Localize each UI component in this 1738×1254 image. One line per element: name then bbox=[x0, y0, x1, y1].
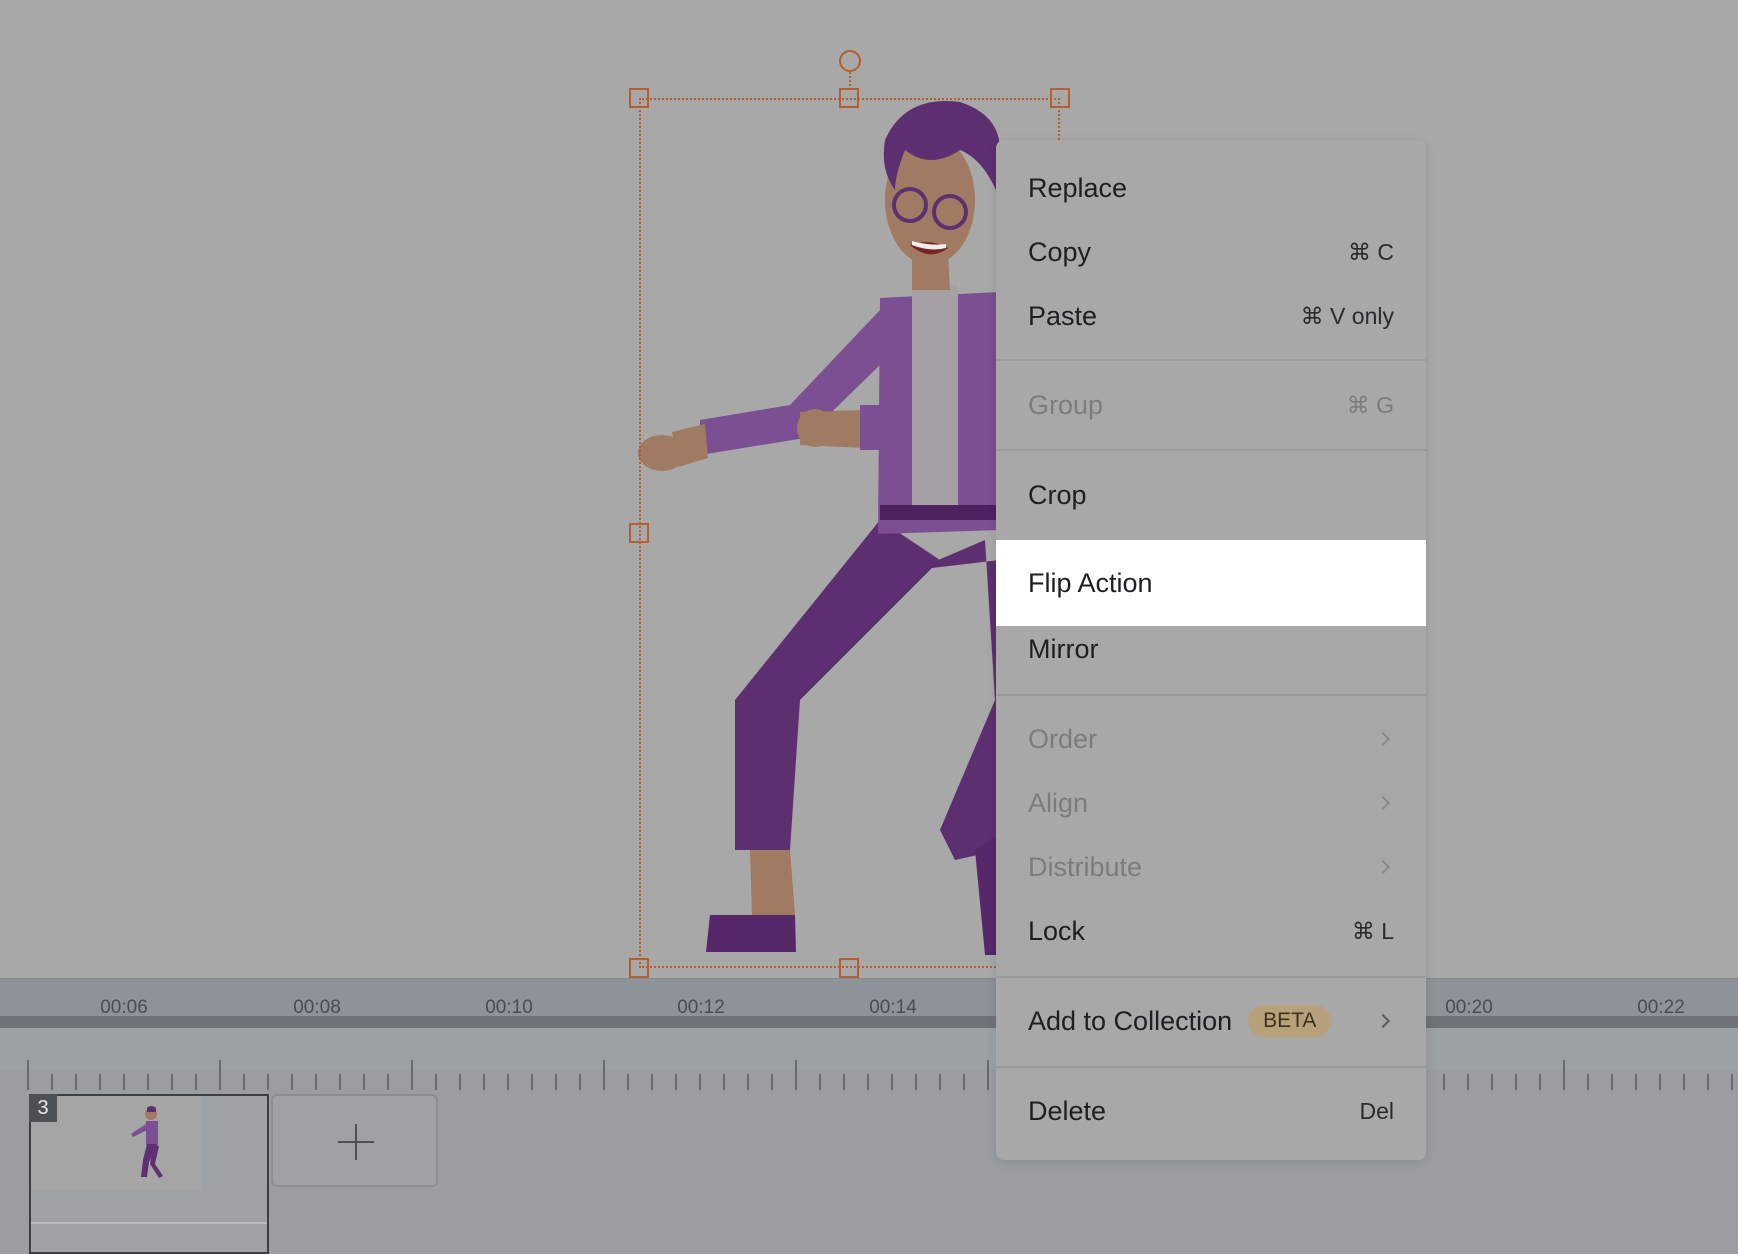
menu-item-mirror[interactable]: Mirror bbox=[996, 617, 1426, 681]
context-menu: Replace Copy ⌘ C Paste ⌘ V only Group ⌘ … bbox=[996, 140, 1426, 1160]
chevron-right-icon bbox=[1375, 795, 1391, 811]
menu-divider bbox=[996, 359, 1426, 361]
menu-item-group[interactable]: Group ⌘ G bbox=[996, 373, 1426, 437]
tick-label: 00:12 bbox=[677, 997, 725, 1018]
menu-item-delete[interactable]: Delete Del bbox=[996, 1079, 1426, 1143]
tick-label: 00:10 bbox=[485, 997, 533, 1018]
rotate-handle[interactable] bbox=[839, 50, 861, 72]
resize-handle-top-right[interactable] bbox=[1050, 88, 1070, 108]
menu-item-lock[interactable]: Lock ⌘ L bbox=[996, 899, 1426, 963]
menu-item-distribute[interactable]: Distribute bbox=[996, 835, 1426, 899]
canvas[interactable] bbox=[0, 0, 1738, 978]
beta-badge: BETA bbox=[1248, 1005, 1332, 1037]
tick-label: 00:22 bbox=[1637, 997, 1685, 1018]
resize-handle-bottom[interactable] bbox=[839, 958, 859, 978]
resize-handle-top[interactable] bbox=[839, 88, 859, 108]
chevron-right-icon bbox=[1375, 1013, 1391, 1029]
shortcut-label: ⌘ C bbox=[1348, 238, 1394, 265]
resize-handle-bottom-left[interactable] bbox=[629, 958, 649, 978]
menu-item-copy[interactable]: Copy ⌘ C bbox=[996, 220, 1426, 284]
menu-divider bbox=[996, 449, 1426, 451]
scene-thumbnail[interactable] bbox=[29, 1094, 269, 1254]
tick-label: 00:20 bbox=[1445, 997, 1493, 1018]
shortcut-label: ⌘ G bbox=[1346, 391, 1394, 418]
menu-divider bbox=[996, 1066, 1426, 1068]
tick-label: 00:14 bbox=[869, 997, 917, 1018]
shortcut-label: ⌘ V only bbox=[1300, 302, 1394, 329]
chevron-right-icon bbox=[1375, 859, 1391, 875]
menu-item-replace[interactable]: Replace bbox=[996, 156, 1426, 220]
add-scene-button[interactable] bbox=[271, 1094, 438, 1187]
menu-divider bbox=[996, 694, 1426, 696]
tick-label: 00:08 bbox=[293, 997, 341, 1018]
menu-item-order[interactable]: Order bbox=[996, 707, 1426, 771]
menu-item-flip-action[interactable]: Flip Action bbox=[996, 540, 1426, 626]
chevron-right-icon bbox=[1375, 731, 1391, 747]
shortcut-label: ⌘ L bbox=[1351, 917, 1394, 944]
menu-item-align[interactable]: Align bbox=[996, 771, 1426, 835]
menu-item-add-to-collection[interactable]: Add to Collection BETA bbox=[996, 989, 1426, 1053]
menu-item-paste[interactable]: Paste ⌘ V only bbox=[996, 284, 1426, 348]
menu-item-crop[interactable]: Crop bbox=[996, 463, 1426, 527]
tick-label: 00:06 bbox=[100, 997, 148, 1018]
timeline-ticks bbox=[27, 1060, 1733, 1090]
menu-divider bbox=[996, 976, 1426, 978]
scene-number-badge: 3 bbox=[29, 1094, 57, 1122]
resize-handle-left[interactable] bbox=[629, 523, 649, 543]
scene-preview-icon bbox=[131, 1106, 163, 1178]
resize-handle-top-left[interactable] bbox=[629, 88, 649, 108]
shortcut-label: Del bbox=[1359, 1097, 1394, 1124]
